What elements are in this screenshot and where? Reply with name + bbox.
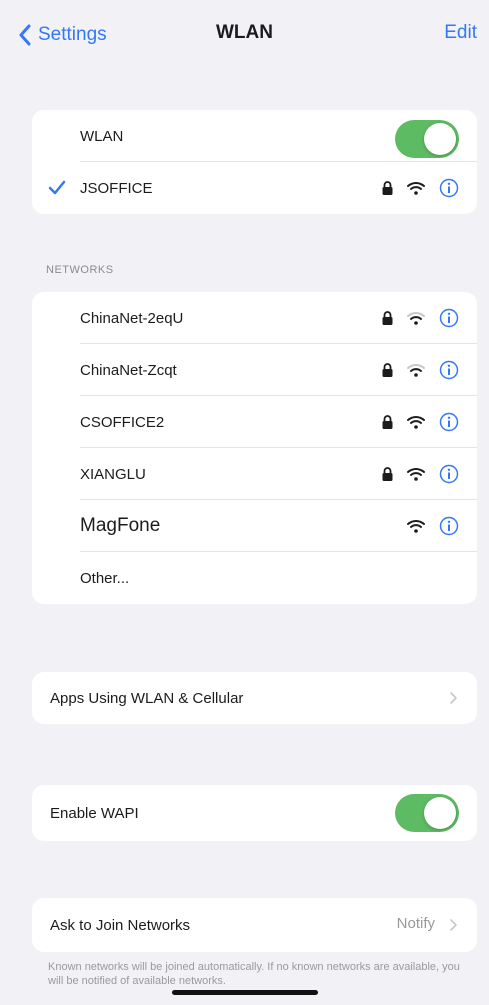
wlan-card: WLAN JSOFFICE [32, 110, 477, 214]
network-status-icons [382, 162, 459, 214]
enable-wapi-toggle[interactable] [395, 794, 459, 832]
lock-icon [382, 415, 393, 429]
info-icon[interactable] [439, 464, 459, 484]
info-icon[interactable] [439, 360, 459, 380]
wlan-toggle-label: WLAN [80, 127, 124, 145]
toggle-knob [424, 797, 456, 829]
enable-wapi-row: Enable WAPI [32, 785, 477, 841]
ask-to-join-label: Ask to Join Networks [50, 916, 191, 934]
apps-using-wlan-label: Apps Using WLAN & Cellular [50, 689, 244, 707]
wifi-weak-icon [407, 312, 425, 325]
info-icon[interactable] [439, 516, 459, 536]
connected-network-name: JSOFFICE [80, 179, 153, 197]
network-row[interactable]: ChinaNet-2eqU [32, 292, 477, 344]
wifi-icon [407, 468, 425, 481]
wifi-icon [407, 520, 425, 533]
ask-to-join-value: Notify [396, 915, 435, 932]
network-name: ChinaNet-2eqU [80, 309, 184, 327]
network-status-icons [382, 344, 459, 396]
other-network-row[interactable]: Other... [32, 552, 477, 604]
wifi-icon [407, 416, 425, 429]
enable-wapi-card: Enable WAPI [32, 785, 477, 841]
wifi-icon [407, 182, 425, 195]
chevron-right-icon [450, 692, 457, 704]
network-name: CSOFFICE2 [80, 413, 165, 431]
network-name: ChinaNet-Zcqt [80, 361, 177, 379]
network-name: XIANGLU [80, 465, 146, 483]
network-status-icons [382, 292, 459, 344]
wifi-weak-icon [407, 364, 425, 377]
network-status-icons [382, 448, 459, 500]
edit-button[interactable]: Edit [444, 22, 477, 44]
enable-wapi-label: Enable WAPI [50, 804, 139, 822]
apps-using-wlan-row[interactable]: Apps Using WLAN & Cellular [32, 672, 477, 724]
toggle-knob [424, 123, 456, 155]
lock-icon [382, 363, 393, 377]
apps-using-wlan-card: Apps Using WLAN & Cellular [32, 672, 477, 724]
network-row[interactable]: MagFone [32, 500, 477, 552]
networks-section-header: NETWORKS [46, 264, 114, 276]
ask-to-join-row[interactable]: Ask to Join Networks Notify [32, 898, 477, 952]
home-indicator [172, 990, 318, 995]
ask-to-join-footer: Known networks will be joined automatica… [48, 961, 460, 987]
info-icon[interactable] [439, 412, 459, 432]
connected-network-row[interactable]: JSOFFICE [32, 162, 477, 214]
network-row[interactable]: CSOFFICE2 [32, 396, 477, 448]
page-title: WLAN [216, 22, 273, 43]
chevron-right-icon [450, 919, 457, 931]
network-row[interactable]: ChinaNet-Zcqt [32, 344, 477, 396]
network-row[interactable]: XIANGLU [32, 448, 477, 500]
checkmark-icon [48, 180, 66, 195]
network-status-icons [407, 500, 459, 552]
lock-icon [382, 467, 393, 481]
lock-icon [382, 311, 393, 325]
lock-icon [382, 181, 393, 195]
network-status-icons [382, 396, 459, 448]
wlan-toggle[interactable] [395, 120, 459, 158]
network-name: MagFone [80, 515, 161, 536]
navigation-bar: Settings WLAN Edit [0, 0, 489, 72]
info-icon[interactable] [439, 178, 459, 198]
wlan-toggle-row: WLAN [32, 110, 477, 162]
info-icon[interactable] [439, 308, 459, 328]
ask-to-join-card: Ask to Join Networks Notify [32, 898, 477, 952]
other-network-label: Other... [80, 569, 130, 587]
networks-card: ChinaNet-2eqU ChinaNet-Zcqt CSOFFICE2 XI… [32, 292, 477, 604]
